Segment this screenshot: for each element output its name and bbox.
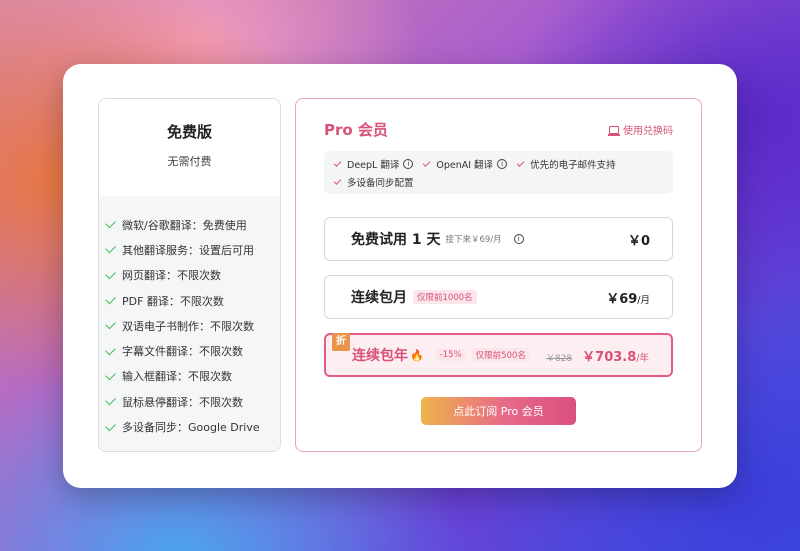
- pro-feature-label: 优先的电子邮件支持: [530, 160, 616, 171]
- limited-badge: 仅限前1000名: [413, 290, 477, 304]
- info-icon[interactable]: i: [403, 159, 414, 169]
- price-unit: /年: [636, 352, 649, 364]
- free-feature-label: 多设备同步：Google Drive: [122, 421, 260, 435]
- free-feature-item: 多设备同步：Google Drive: [99, 414, 280, 439]
- check-icon: [105, 243, 116, 254]
- info-icon[interactable]: i: [513, 234, 524, 244]
- pro-plan-panel: Pro 会员 使用兑换码 DeepL 翻译 i OpenAI 翻译 i 优先的电…: [295, 98, 702, 452]
- discount-badge: -15%: [435, 349, 466, 361]
- free-plan-panel: 免费版 无需付费 微软/谷歌翻译：免费使用 其他翻译服务：设置后可用 网页翻译：…: [98, 98, 281, 452]
- free-feature-label: 字幕文件翻译：不限次数: [122, 345, 243, 359]
- check-icon: [105, 420, 116, 431]
- check-icon: [105, 319, 116, 330]
- free-plan-title: 免费版: [166, 123, 212, 141]
- plan-note: 接下来￥69/月: [445, 235, 502, 245]
- free-feature-item: 其他翻译服务：设置后可用: [99, 237, 280, 262]
- redeem-code-label: 使用兑换码: [623, 126, 673, 137]
- check-icon: [516, 158, 525, 167]
- plan-price: ￥0: [627, 233, 650, 249]
- price-value: ￥703.8: [582, 349, 637, 365]
- limited-badge: 仅限前500名: [471, 348, 530, 362]
- free-plan-subtitle: 无需付费: [167, 155, 212, 168]
- plan-option-monthly[interactable]: 连续包月 仅限前1000名 ￥69/月: [324, 275, 673, 319]
- check-icon: [105, 344, 116, 355]
- free-feature-label: 网页翻译：不限次数: [122, 269, 221, 283]
- free-feature-list: 微软/谷歌翻译：免费使用 其他翻译服务：设置后可用 网页翻译：不限次数 PDF …: [99, 196, 280, 451]
- check-icon: [105, 268, 116, 280]
- price-amount: ￥69: [606, 291, 638, 307]
- pricing-card: 免费版 无需付费 微软/谷歌翻译：免费使用 其他翻译服务：设置后可用 网页翻译：…: [63, 64, 737, 488]
- plan-option-trial[interactable]: 免费试用 1 天 接下来￥69/月 i ￥0: [324, 217, 673, 261]
- free-feature-label: 鼠标悬停翻译：不限次数: [122, 395, 243, 409]
- free-plan-header: 免费版 无需付费: [99, 99, 280, 196]
- pro-feature-email: 优先的电子邮件支持: [516, 157, 616, 171]
- check-icon: [105, 293, 116, 305]
- free-feature-item: 网页翻译：不限次数: [99, 263, 280, 288]
- check-icon: [422, 158, 431, 167]
- free-feature-label: 双语电子书制作：不限次数: [122, 319, 254, 333]
- price-unit: /月: [637, 294, 650, 306]
- price-amount: ￥703.8/年: [582, 346, 649, 365]
- pro-feature-openai: OpenAI 翻译 i: [422, 157, 508, 171]
- free-feature-label: 输入框翻译：不限次数: [122, 370, 232, 384]
- free-feature-item: 鼠标悬停翻译：不限次数: [99, 389, 280, 414]
- check-icon: [333, 176, 342, 185]
- free-feature-item: 微软/谷歌翻译：免费使用: [99, 212, 280, 237]
- flame-icon: 🔥: [410, 348, 424, 362]
- free-feature-label: 微软/谷歌翻译：免费使用: [122, 218, 247, 232]
- pro-feature-label: DeepL 翻译: [347, 160, 400, 171]
- free-feature-item: PDF 翻译：不限次数: [99, 288, 280, 313]
- plan-price: ￥69/月: [606, 288, 650, 307]
- free-feature-item: 字幕文件翻译：不限次数: [99, 338, 280, 363]
- free-feature-label: 其他翻译服务：设置后可用: [122, 243, 254, 257]
- plan-name: 连续包年: [352, 348, 408, 364]
- pro-feature-label: 多设备同步配置: [347, 178, 414, 189]
- plan-name: 免费试用 1 天: [351, 232, 441, 248]
- pro-feature-sync: 多设备同步配置: [333, 175, 414, 189]
- plan-option-yearly[interactable]: 折 连续包年 🔥 -15% 仅限前500名 ￥828 ￥703.8/年: [324, 333, 673, 377]
- free-feature-item: 双语电子书制作：不限次数: [99, 313, 280, 338]
- plan-price: ￥828 ￥703.8/年: [546, 346, 649, 365]
- discount-corner-badge: 折: [332, 333, 350, 351]
- check-icon: [105, 394, 116, 406]
- free-feature-label: PDF 翻译：不限次数: [122, 294, 224, 308]
- pro-feature-deepl: DeepL 翻译 i: [333, 157, 414, 171]
- check-icon: [333, 158, 342, 167]
- plan-name: 连续包月: [351, 290, 407, 306]
- check-icon: [105, 217, 116, 229]
- subscribe-button[interactable]: 点此订阅 Pro 会员: [421, 397, 576, 425]
- redeem-code-link[interactable]: 使用兑换码: [608, 122, 673, 137]
- original-price: ￥828: [545, 353, 573, 364]
- pro-feature-box: DeepL 翻译 i OpenAI 翻译 i 优先的电子邮件支持 多设备同步配置: [324, 151, 673, 194]
- pro-plan-title: Pro 会员: [324, 121, 388, 139]
- pro-feature-label: OpenAI 翻译: [436, 160, 494, 171]
- check-icon: [105, 369, 116, 381]
- free-feature-item: 输入框翻译：不限次数: [99, 364, 280, 389]
- laptop-icon: [608, 125, 620, 136]
- info-icon[interactable]: i: [497, 159, 508, 169]
